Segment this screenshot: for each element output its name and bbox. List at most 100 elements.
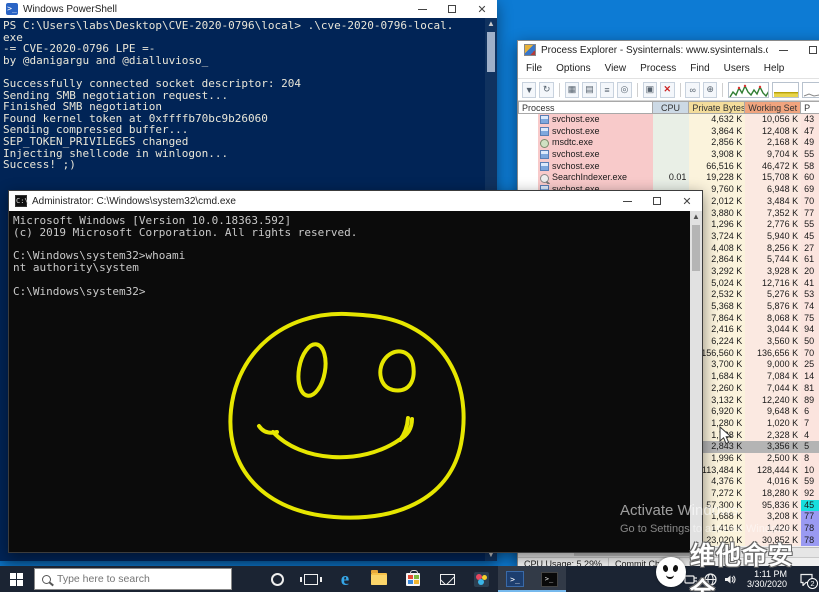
powershell-titlebar[interactable]: >_ Windows PowerShell ✕: [0, 0, 497, 18]
columns-icon[interactable]: ≡: [600, 82, 614, 98]
mail-button[interactable]: [430, 566, 464, 592]
pid-cell: 58: [801, 161, 819, 173]
tray-chevron-button[interactable]: [661, 566, 681, 592]
pid-cell: 55: [801, 149, 819, 161]
process-row[interactable]: svchost.exe3,908 K9,704 K55: [518, 149, 819, 161]
scroll-up-icon[interactable]: ▲: [690, 211, 702, 223]
working-set-cell: 18,280 K: [745, 488, 801, 500]
pid-cell: 70: [801, 348, 819, 360]
column-private-bytes[interactable]: Private Bytes: [689, 101, 745, 114]
menu-item-options[interactable]: Options: [556, 63, 590, 74]
process-row[interactable]: msdtc.exe2,856 K2,168 K49: [518, 137, 819, 149]
minimize-button[interactable]: [612, 191, 642, 211]
task-view-icon: [304, 574, 318, 585]
working-set-cell: 2,500 K: [745, 453, 801, 465]
taskbar: e >_ >_ 1:11 PM 3/30/2020 2: [0, 566, 819, 592]
start-button[interactable]: [0, 566, 32, 592]
minimize-button[interactable]: [407, 0, 437, 18]
working-set-cell: 8,256 K: [745, 243, 801, 255]
kill-process-icon[interactable]: ✕: [660, 82, 674, 98]
search-icon: [42, 575, 51, 584]
working-set-cell: 2,776 K: [745, 219, 801, 231]
cpu-cell: 0.01: [653, 172, 690, 184]
table-header[interactable]: Process CPU Private Bytes Working Set P: [518, 101, 819, 114]
store-icon: [406, 573, 420, 586]
scroll-up-icon[interactable]: ▲: [485, 18, 497, 30]
column-cpu[interactable]: CPU: [653, 101, 690, 114]
file-explorer-button[interactable]: [362, 566, 396, 592]
process-row[interactable]: svchost.exe3,864 K12,408 K47: [518, 126, 819, 138]
maximize-button[interactable]: [642, 191, 672, 211]
plug-button[interactable]: [681, 566, 701, 592]
process-explorer-button[interactable]: [464, 566, 498, 592]
scroll-down-icon[interactable]: ▼: [690, 540, 702, 552]
menu-item-users[interactable]: Users: [724, 63, 750, 74]
process-row[interactable]: svchost.exe4,632 K10,056 K43: [518, 114, 819, 126]
working-set-cell: 5,744 K: [745, 254, 801, 266]
cmd-titlebar[interactable]: C:\_ Administrator: C:\Windows\system32\…: [9, 191, 702, 211]
process-name: svchost.exe: [552, 114, 600, 126]
tray-clock[interactable]: 1:11 PM 3/30/2020: [741, 569, 793, 590]
pid-cell: 5: [801, 441, 819, 453]
task-view-button[interactable]: [294, 566, 328, 592]
process-name: msdtc.exe: [552, 137, 593, 149]
working-set-cell: 12,716 K: [745, 278, 801, 290]
close-button[interactable]: ✕: [467, 0, 497, 18]
pid-cell: 89: [801, 395, 819, 407]
cpu-graph[interactable]: [728, 82, 769, 98]
taskbar-search[interactable]: [34, 568, 232, 590]
refresh-icon[interactable]: ↻: [539, 82, 553, 98]
maximize-button[interactable]: [798, 41, 819, 59]
find-window-icon[interactable]: ⊕: [703, 82, 717, 98]
working-set-cell: 128,444 K: [745, 465, 801, 477]
cmd-taskbar-button[interactable]: >_: [532, 566, 566, 592]
process-name: svchost.exe: [552, 126, 600, 138]
cortana-button[interactable]: [260, 566, 294, 592]
process-row[interactable]: svchost.exe66,516 K46,472 K58: [518, 161, 819, 173]
procexp-titlebar[interactable]: Process Explorer - Sysinternals: www.sys…: [518, 41, 819, 59]
cpu-cell: [653, 114, 690, 126]
column-working-set[interactable]: Working Set: [745, 101, 801, 114]
menu-item-file[interactable]: File: [526, 63, 542, 74]
smiley-drawing: [9, 212, 689, 553]
volume-button[interactable]: [721, 566, 741, 592]
powershell-taskbar-button[interactable]: >_: [498, 566, 532, 592]
menu-item-view[interactable]: View: [605, 63, 627, 74]
dll-view-icon[interactable]: ◎: [617, 82, 631, 98]
scrollbar-thumb[interactable]: [487, 32, 495, 72]
store-button[interactable]: [396, 566, 430, 592]
working-set-cell: 12,408 K: [745, 126, 801, 138]
network-button[interactable]: [701, 566, 721, 592]
properties-panel-icon[interactable]: ▤: [582, 82, 596, 98]
process-properties-icon[interactable]: ▣: [643, 82, 657, 98]
menu-item-help[interactable]: Help: [764, 63, 785, 74]
close-button[interactable]: ✕: [672, 191, 702, 211]
pid-cell: 8: [801, 453, 819, 465]
column-pid[interactable]: P: [801, 101, 819, 114]
process-row[interactable]: SearchIndexer.exe0.0119,228 K15,708 K60: [518, 172, 819, 184]
commit-graph[interactable]: [772, 82, 799, 98]
pid-cell: 78: [801, 523, 819, 535]
column-process[interactable]: Process: [518, 101, 653, 114]
system-info-icon[interactable]: ▦: [565, 82, 579, 98]
working-set-cell: 1,420 K: [745, 523, 801, 535]
minimize-button[interactable]: [768, 41, 798, 59]
action-center-button[interactable]: 2: [793, 566, 819, 592]
pid-cell: 7: [801, 418, 819, 430]
menu-item-process[interactable]: Process: [640, 63, 676, 74]
scrollbar-thumb[interactable]: [692, 225, 700, 271]
find-icon[interactable]: ∞: [685, 82, 699, 98]
working-set-cell: 7,084 K: [745, 371, 801, 383]
working-set-cell: 7,044 K: [745, 383, 801, 395]
svchost-process-icon: [540, 150, 549, 159]
menu-item-find[interactable]: Find: [690, 63, 709, 74]
edge-button[interactable]: e: [328, 566, 362, 592]
private-bytes-cell: 66,516 K: [689, 161, 745, 173]
pid-cell: 14: [801, 371, 819, 383]
io-graph[interactable]: [802, 82, 819, 98]
maximize-button[interactable]: [437, 0, 467, 18]
save-icon[interactable]: ▼: [522, 82, 536, 98]
search-input[interactable]: [57, 573, 207, 585]
pid-cell: 27: [801, 243, 819, 255]
cmd-scrollbar[interactable]: ▲ ▼: [690, 211, 702, 552]
